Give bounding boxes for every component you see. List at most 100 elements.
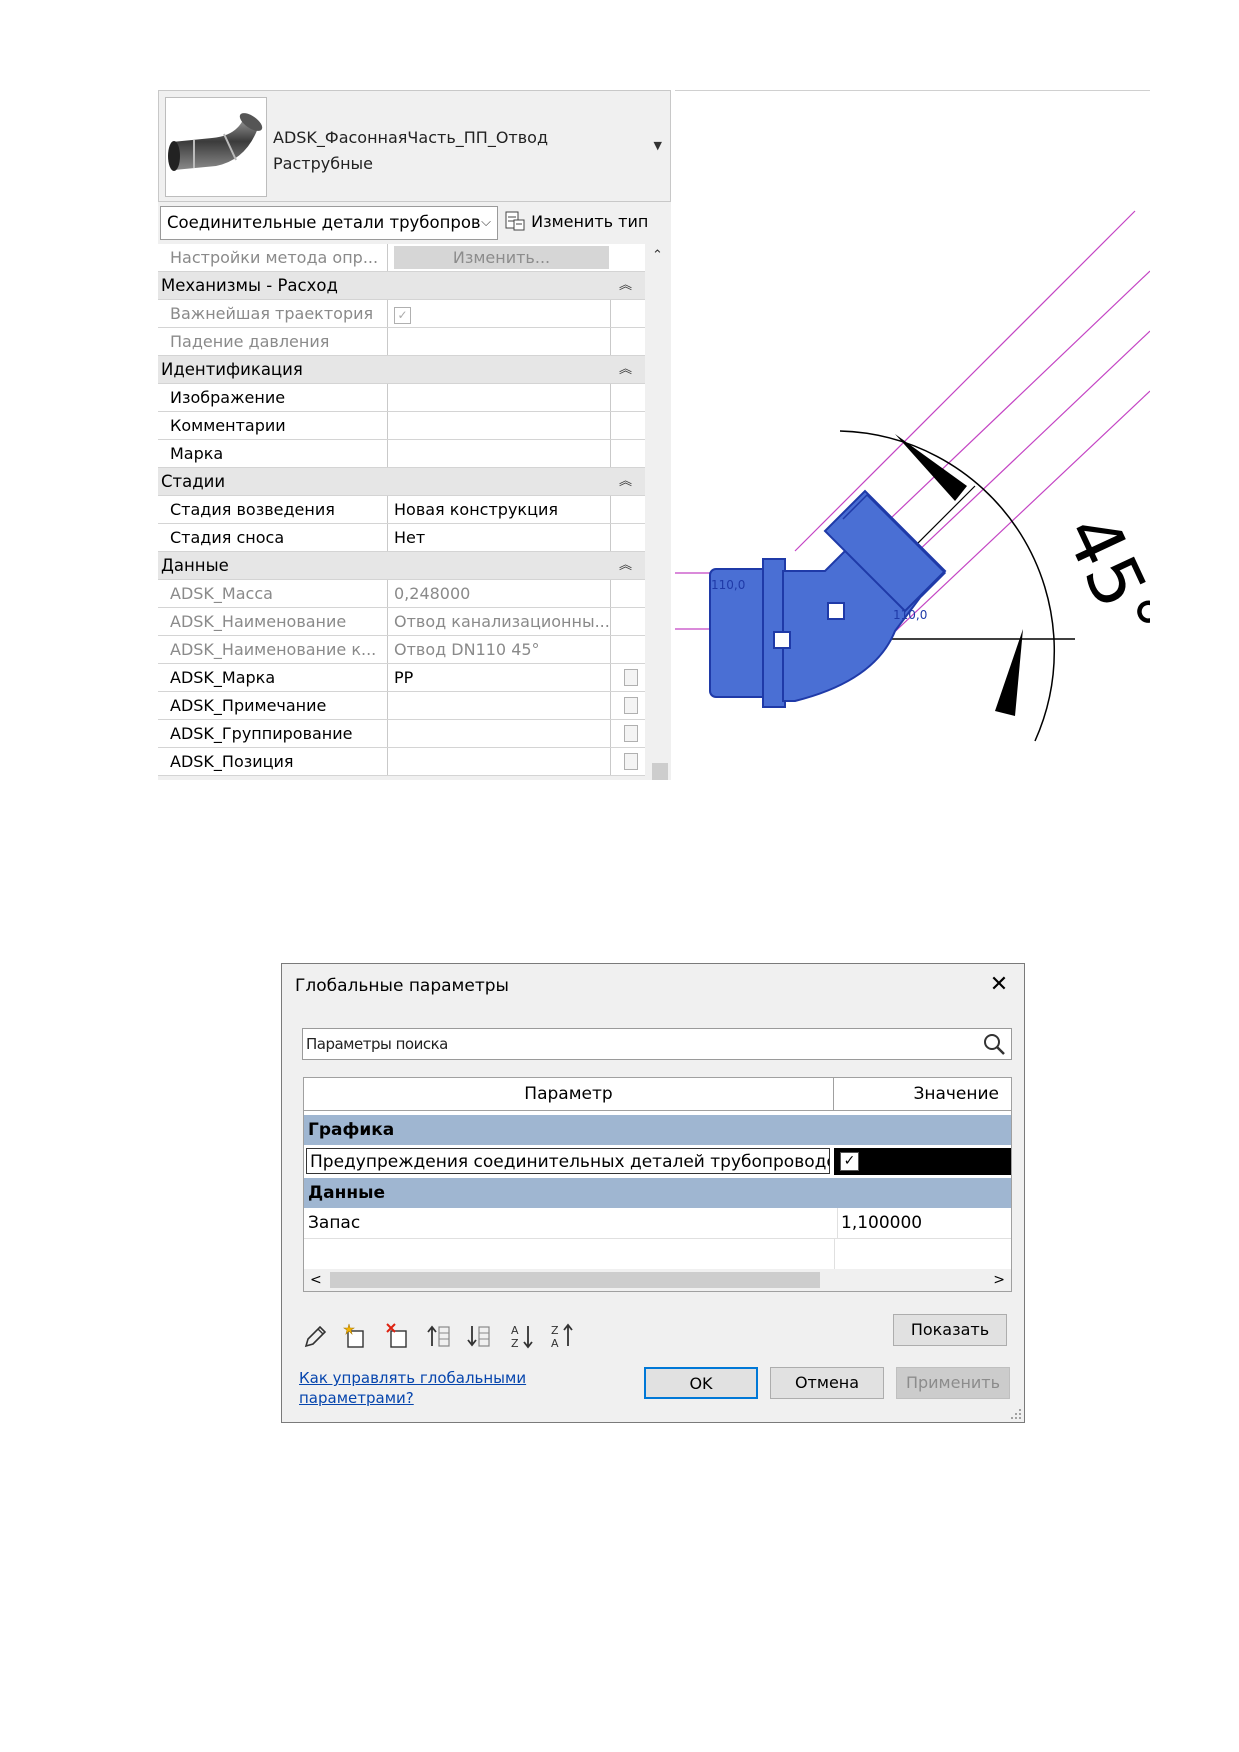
property-name: Изображение [170, 384, 388, 411]
property-name: Настройки метода опр... [170, 244, 388, 271]
column-header-parameter[interactable]: Параметр [304, 1078, 834, 1111]
parameter-value[interactable]: 1,100000 [837, 1208, 1011, 1239]
delete-parameter-icon[interactable] [385, 1322, 411, 1350]
property-value[interactable]: PP [391, 664, 611, 691]
parameter-value[interactable]: ✓ [834, 1148, 1011, 1175]
type-selector[interactable]: ADSK_ФасоннаяЧасть_ПП_Отвод Раструбные ▼ [158, 90, 671, 202]
close-icon[interactable]: ✕ [986, 970, 1012, 1000]
property-edit-handle[interactable] [624, 697, 638, 714]
property-row: ADSK_Позиция [158, 748, 645, 776]
property-value[interactable]: Новая конструкция [391, 496, 611, 523]
property-row: ADSK_Группирование [158, 720, 645, 748]
group-title: Стадии [161, 472, 226, 491]
scroll-right-icon[interactable]: > [993, 1269, 1005, 1291]
help-link-line: Как управлять глобальными [299, 1369, 527, 1387]
table-row[interactable]: Запас 1,100000 [304, 1208, 1011, 1239]
property-row: ADSK_Наименование к... Отвод DN110 45° [158, 636, 645, 664]
svg-text:A: A [511, 1324, 519, 1337]
property-value[interactable] [391, 748, 611, 775]
property-value: 0,248000 [391, 580, 611, 607]
property-value[interactable] [391, 384, 611, 411]
property-value: Отвод канализационны... [391, 608, 611, 635]
horizontal-scrollbar[interactable]: < > [304, 1269, 1011, 1291]
scrollbar-thumb[interactable] [330, 1272, 820, 1288]
scrollbar-thumb[interactable] [652, 763, 668, 780]
property-row: Падение давления [158, 328, 645, 356]
scroll-up-icon[interactable]: ⌃ [652, 248, 663, 263]
property-value: Отвод DN110 45° [391, 636, 611, 663]
pipe-fitting[interactable]: 110,0 110,0 [709, 489, 947, 708]
checkbox-icon[interactable]: ✓ [840, 1152, 859, 1171]
empty-cell-divider [834, 1239, 835, 1269]
group-header-data[interactable]: Данные [304, 1178, 1011, 1208]
table-row[interactable]: Предупреждения соединительных деталей тр… [304, 1146, 1011, 1177]
scroll-left-icon[interactable]: < [310, 1269, 322, 1291]
svg-text:Z: Z [511, 1337, 519, 1350]
property-name: Важнейшая траектория [170, 300, 388, 327]
property-value[interactable] [391, 328, 611, 355]
property-value[interactable]: ✓ [391, 300, 611, 327]
property-row: ADSK_Масса 0,248000 [158, 580, 645, 608]
new-parameter-icon[interactable] [342, 1322, 368, 1350]
svg-text:Z: Z [551, 1324, 559, 1337]
properties-panel: ADSK_ФасоннаяЧасть_ПП_Отвод Раструбные ▼… [158, 90, 671, 780]
help-link[interactable]: Как управлять глобальными параметрами? [299, 1368, 526, 1408]
group-header-stages[interactable]: Стадии ︽ [158, 468, 645, 496]
size-label-left: 110,0 [711, 578, 745, 592]
search-input[interactable]: Параметры поиска [302, 1028, 1012, 1060]
sort-ascending-icon[interactable]: A Z [510, 1322, 536, 1350]
collapse-icon[interactable]: ︽ [619, 552, 632, 580]
move-up-icon[interactable] [426, 1322, 452, 1350]
group-header-mechanisms[interactable]: Механизмы - Расход ︽ [158, 272, 645, 300]
property-edit-handle[interactable] [624, 753, 638, 770]
column-header-value[interactable]: Значение [834, 1078, 1011, 1111]
property-value[interactable] [391, 440, 611, 467]
search-icon[interactable] [981, 1031, 1007, 1057]
group-header-graphics[interactable]: Графика [304, 1115, 1011, 1145]
collapse-icon[interactable]: ︽ [619, 272, 632, 300]
column-header-label: Параметр [524, 1084, 613, 1104]
group-title: Механизмы - Расход [161, 276, 338, 295]
property-value[interactable]: Нет [391, 524, 611, 551]
property-name: Комментарии [170, 412, 388, 439]
property-value[interactable] [391, 412, 611, 439]
edit-type-button[interactable]: Изменить тип [504, 206, 648, 240]
angle-label: 45° [1048, 502, 1150, 653]
table-row-empty [304, 1239, 1011, 1270]
vertical-scrollbar[interactable] [649, 244, 671, 780]
parameter-name: Запас [308, 1213, 361, 1233]
property-edit-handle[interactable] [624, 669, 638, 686]
change-button[interactable]: Изменить... [394, 246, 609, 269]
edit-type-label: Изменить тип [531, 212, 649, 231]
property-name: Стадия возведения [170, 496, 388, 523]
group-header-data[interactable]: Данные ︽ [158, 552, 645, 580]
drawing-view[interactable]: 45° 110,0 110,0 [675, 90, 1178, 781]
collapse-icon[interactable]: ︽ [619, 468, 632, 496]
property-value[interactable] [391, 692, 611, 719]
edit-icon[interactable] [302, 1322, 328, 1350]
collapse-icon[interactable]: ︽ [619, 356, 632, 384]
property-name: Марка [170, 440, 388, 467]
property-row: Настройки метода опр... Изменить... [158, 244, 645, 272]
dialog-title: Глобальные параметры [295, 976, 509, 996]
resize-grip-icon[interactable] [1010, 1408, 1022, 1420]
group-header-identification[interactable]: Идентификация ︽ [158, 356, 645, 384]
size-label-right: 110,0 [893, 608, 927, 622]
show-button[interactable]: Показать [893, 1314, 1007, 1346]
apply-button[interactable]: Применить [896, 1367, 1010, 1399]
category-selector[interactable]: Соединительные детали трубопров ⌵ [160, 206, 498, 240]
sort-descending-icon[interactable]: Z A [550, 1322, 576, 1350]
parameters-table: Параметр Значение Графика Предупреждения… [303, 1077, 1012, 1292]
checkbox-icon[interactable]: ✓ [394, 307, 411, 324]
move-down-icon[interactable] [466, 1322, 492, 1350]
search-placeholder: Параметры поиска [306, 1035, 448, 1053]
cancel-button[interactable]: Отмена [770, 1367, 884, 1399]
property-edit-handle[interactable] [624, 725, 638, 742]
property-row: ADSK_Наименование Отвод канализационны..… [158, 608, 645, 636]
ok-button[interactable]: OK [644, 1367, 758, 1399]
edit-type-icon [505, 211, 525, 231]
dropdown-arrow-icon[interactable]: ▼ [654, 139, 662, 152]
property-value[interactable] [391, 720, 611, 747]
elbow-thumbnail-icon [165, 97, 267, 197]
property-row: Важнейшая траектория ✓ [158, 300, 645, 328]
